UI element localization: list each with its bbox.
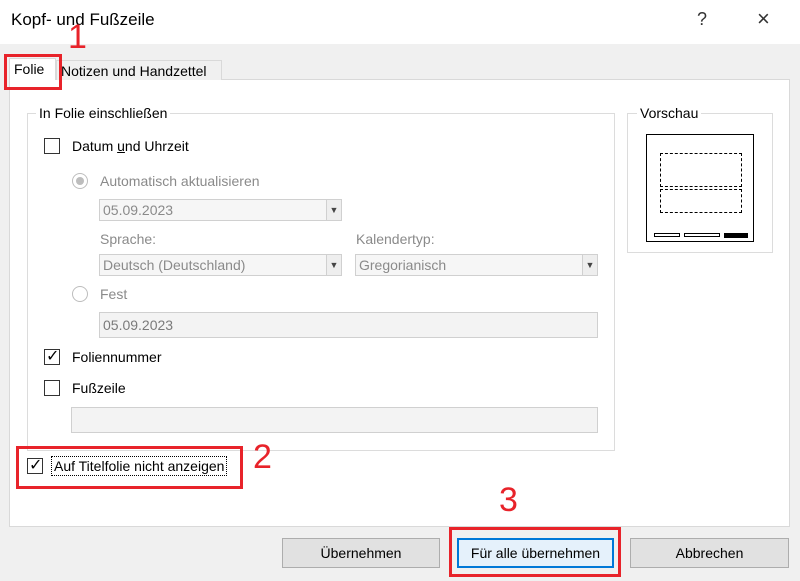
chevron-down-icon: ▼ (582, 255, 597, 275)
language-label: Sprache: (100, 231, 157, 247)
auto-update-radio[interactable] (72, 173, 88, 189)
callout-box-2 (16, 446, 243, 489)
slide-number-checkbox[interactable]: ✓ (44, 348, 60, 365)
callout-box-1 (4, 54, 62, 90)
auto-update-label: Automatisch aktualisieren (100, 173, 260, 189)
footer-checkbox[interactable] (44, 380, 60, 396)
preview-body-placeholder (660, 189, 742, 213)
date-time-checkbox[interactable] (44, 138, 60, 154)
calendar-type-select[interactable]: Gregorianisch ▼ (355, 254, 598, 276)
preview-slide-number-area (724, 233, 748, 238)
include-group (27, 113, 615, 451)
fixed-label: Fest (100, 286, 128, 302)
slide-number-label: Foliennummer (72, 349, 162, 365)
chevron-down-icon: ▼ (326, 255, 341, 275)
help-button[interactable]: ? (697, 9, 707, 30)
footer-label: Fußzeile (72, 380, 126, 396)
preview-title-placeholder (660, 153, 742, 187)
preview-date-area (654, 233, 680, 237)
date-time-label: Datum und Uhrzeit (72, 138, 189, 154)
tab-notizen-handzettel[interactable]: Notizen und Handzettel (56, 60, 222, 80)
include-group-label: In Folie einschließen (36, 105, 171, 121)
checkmark-icon: ✓ (46, 348, 60, 365)
preview-footer-area (684, 233, 720, 237)
calendar-type-label: Kalendertyp: (356, 231, 435, 247)
chevron-down-icon: ▼ (326, 200, 341, 220)
callout-number-1: 1 (68, 18, 87, 56)
callout-number-3: 3 (499, 481, 518, 519)
apply-button[interactable]: Übernehmen (282, 538, 440, 568)
fixed-radio[interactable] (72, 286, 88, 302)
preview-slide (646, 134, 754, 242)
close-button[interactable]: × (757, 6, 770, 32)
language-select[interactable]: Deutsch (Deutschland) ▼ (99, 254, 342, 276)
callout-box-3 (449, 527, 621, 577)
callout-number-2: 2 (253, 438, 272, 476)
fixed-date-input[interactable]: 05.09.2023 (99, 312, 598, 338)
footer-text-input[interactable] (71, 407, 598, 433)
auto-date-select[interactable]: 05.09.2023 ▼ (99, 199, 342, 221)
preview-label: Vorschau (637, 105, 702, 121)
cancel-button[interactable]: Abbrechen (630, 538, 789, 568)
